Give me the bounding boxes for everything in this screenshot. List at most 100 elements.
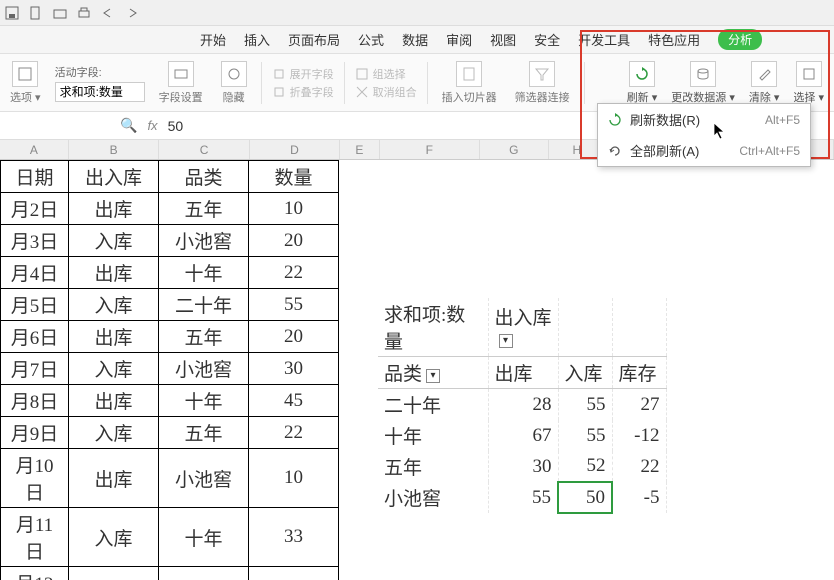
pivot-cell[interactable]: 52 [558, 451, 612, 482]
field-settings-btn[interactable]: 字段设置 [155, 61, 207, 105]
redo-icon[interactable] [124, 5, 140, 21]
cell[interactable]: 出库 [69, 321, 159, 353]
col-E[interactable]: E [340, 140, 379, 159]
cell[interactable]: 十年 [159, 257, 249, 289]
tab-devtools[interactable]: 开发工具 [578, 30, 630, 49]
cell[interactable]: 入库 [69, 508, 159, 567]
cell[interactable]: 月6日 [1, 321, 69, 353]
dropdown-icon[interactable]: ▾ [499, 334, 513, 348]
table-row[interactable]: 月5日入库二十年55 [1, 289, 339, 321]
clear-btn[interactable]: 清除 ▾ [745, 59, 784, 107]
table-row[interactable]: 月7日入库小池窖30 [1, 353, 339, 385]
cell[interactable]: 入库 [69, 289, 159, 321]
pivot-row[interactable]: 五年305222 [378, 451, 666, 482]
cell[interactable]: 出库 [69, 257, 159, 289]
tab-formula[interactable]: 公式 [358, 30, 384, 49]
cell[interactable]: 出库 [69, 193, 159, 225]
dropdown-icon[interactable]: ▾ [426, 369, 440, 383]
cell[interactable]: 十年 [159, 385, 249, 417]
active-field-input[interactable] [55, 82, 145, 102]
cell[interactable]: 月4日 [1, 257, 69, 289]
tab-layout[interactable]: 页面布局 [288, 30, 340, 49]
cell[interactable]: 小池窖 [159, 225, 249, 257]
cell[interactable]: 10 [249, 193, 339, 225]
pivot-row-label[interactable]: 小池窖 [378, 482, 488, 513]
tab-review[interactable]: 审阅 [446, 30, 472, 49]
cell[interactable]: 22 [249, 257, 339, 289]
cell[interactable]: 20 [249, 321, 339, 353]
pivot-cell[interactable]: 27 [612, 389, 666, 421]
pivot-row[interactable]: 二十年285527 [378, 389, 666, 421]
col-A[interactable]: A [0, 140, 69, 159]
cell[interactable]: 月2日 [1, 193, 69, 225]
cell[interactable]: 月5日 [1, 289, 69, 321]
table-row[interactable]: 月11日入库十年33 [1, 508, 339, 567]
cell[interactable]: 月9日 [1, 417, 69, 449]
cell[interactable]: 小池窖 [159, 449, 249, 508]
pivot-cell[interactable]: 28 [488, 389, 558, 421]
tab-home[interactable]: 开始 [200, 30, 226, 49]
open-icon[interactable] [52, 5, 68, 21]
tab-data[interactable]: 数据 [402, 30, 428, 49]
table-row[interactable]: 月9日入库五年22 [1, 417, 339, 449]
table-row[interactable]: 月6日出库五年20 [1, 321, 339, 353]
pivot-row[interactable]: 十年6755-12 [378, 420, 666, 451]
cell[interactable]: 五年 [159, 193, 249, 225]
cell[interactable]: 小池窖 [159, 353, 249, 385]
cell[interactable]: 30 [249, 353, 339, 385]
cell[interactable]: 月7日 [1, 353, 69, 385]
col-F[interactable]: F [380, 140, 480, 159]
new-icon[interactable] [28, 5, 44, 21]
pivot-cell[interactable]: -5 [612, 482, 666, 513]
refresh-btn[interactable]: 刷新 ▾ [623, 59, 662, 107]
print-icon[interactable] [76, 5, 92, 21]
cell[interactable]: 十年 [159, 508, 249, 567]
cell[interactable]: 10 [249, 449, 339, 508]
grid-area[interactable]: 日期 出入库 品类 数量 月2日出库五年10月3日入库小池窖20月4日出库十年2… [0, 160, 834, 580]
fx-label[interactable]: fx [147, 118, 157, 133]
cell[interactable]: 月11日 [1, 508, 69, 567]
cell[interactable]: 入库 [69, 353, 159, 385]
refresh-data-item[interactable]: 刷新数据(R) Alt+F5 [598, 104, 810, 135]
data-table[interactable]: 日期 出入库 品类 数量 月2日出库五年10月3日入库小池窖20月4日出库十年2… [0, 160, 339, 580]
table-row[interactable]: 月4日出库十年22 [1, 257, 339, 289]
cell[interactable]: 出库 [69, 385, 159, 417]
cell[interactable]: 月10日 [1, 449, 69, 508]
pivot-row-label[interactable]: 五年 [378, 451, 488, 482]
cell[interactable]: 五年 [159, 321, 249, 353]
pivot-cell[interactable]: -12 [612, 420, 666, 451]
refresh-all-item[interactable]: 全部刷新(A) Ctrl+Alt+F5 [598, 135, 810, 166]
tab-security[interactable]: 安全 [534, 30, 560, 49]
cell[interactable]: 45 [249, 385, 339, 417]
cell[interactable]: 入库 [69, 417, 159, 449]
col-D[interactable]: D [250, 140, 340, 159]
col-C[interactable]: C [159, 140, 249, 159]
tab-analysis[interactable]: 分析 [718, 29, 762, 50]
pivot-row-label[interactable]: 十年 [378, 420, 488, 451]
tab-view[interactable]: 视图 [490, 30, 516, 49]
tab-insert[interactable]: 插入 [244, 30, 270, 49]
formula-value[interactable]: 50 [168, 118, 184, 134]
cell[interactable]: 月8日 [1, 385, 69, 417]
col-G[interactable]: G [480, 140, 549, 159]
pivot-cell[interactable]: 50 [558, 482, 612, 513]
col-B[interactable]: B [69, 140, 159, 159]
cell[interactable]: 55 [249, 289, 339, 321]
zoom-icon[interactable]: 🔍 [120, 117, 137, 134]
undo-icon[interactable] [100, 5, 116, 21]
pivot-table[interactable]: 求和项:数量 出入库▾ 品类▾ 出库 入库 库存 二十年285527十年6755… [378, 298, 667, 514]
options-group[interactable]: 选项 ▾ [6, 61, 45, 105]
pivot-cell[interactable]: 22 [612, 451, 666, 482]
cell[interactable]: 月3日 [1, 225, 69, 257]
pivot-cell[interactable]: 55 [558, 389, 612, 421]
table-row[interactable]: 月10日出库小池窖10 [1, 449, 339, 508]
cell[interactable]: 33 [249, 508, 339, 567]
save-icon[interactable] [4, 5, 20, 21]
table-row[interactable]: 月8日出库十年45 [1, 385, 339, 417]
pivot-row-label[interactable]: 二十年 [378, 389, 488, 421]
cell[interactable]: 20 [249, 225, 339, 257]
tab-featured[interactable]: 特色应用 [648, 30, 700, 49]
table-row[interactable]: 月2日出库五年10 [1, 193, 339, 225]
cell[interactable]: 22 [249, 417, 339, 449]
pivot-cell[interactable]: 55 [488, 482, 558, 513]
